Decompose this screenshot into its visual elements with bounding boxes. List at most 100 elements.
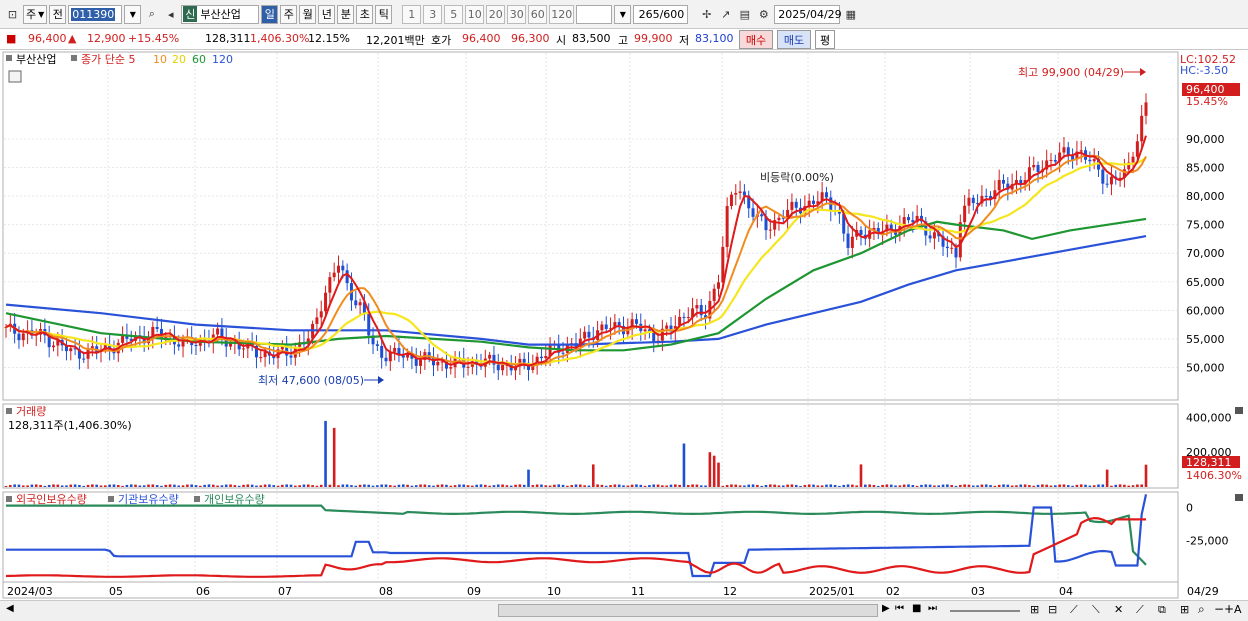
- candle-body: [332, 272, 336, 278]
- interval-60[interactable]: 60: [528, 4, 548, 24]
- volume-bar: [570, 485, 573, 487]
- stock-name-box[interactable]: 신 부산산업: [181, 4, 260, 24]
- interval-custom-input[interactable]: [576, 4, 613, 24]
- volume-bar: [820, 485, 824, 487]
- price-tick-label: 90,000: [1186, 133, 1225, 146]
- quote-high: 99,900: [634, 32, 673, 45]
- interval-120[interactable]: 120: [549, 4, 575, 24]
- volume-bar: [95, 484, 98, 487]
- candle-body: [1131, 156, 1135, 163]
- market-select[interactable]: 주 ▼: [23, 4, 48, 24]
- price-panel[interactable]: [2, 51, 1179, 401]
- search-icon[interactable]: ⌕: [143, 5, 160, 24]
- speaker-icon[interactable]: ◂: [162, 5, 179, 24]
- save-icon[interactable]: ▤: [736, 5, 753, 24]
- volume-bar: [1105, 469, 1109, 487]
- x-tick-label: 02: [886, 585, 900, 598]
- candle-body: [488, 354, 492, 359]
- chart-type-icon[interactable]: ⊞: [1180, 603, 1189, 616]
- interval-dropdown[interactable]: ▼: [614, 4, 632, 24]
- draw-icon[interactable]: ↗: [717, 5, 734, 24]
- interval-1[interactable]: 1: [402, 4, 422, 24]
- copy-icon[interactable]: ⧉: [1158, 603, 1166, 617]
- stock-code-input[interactable]: 011390: [68, 4, 123, 24]
- last-icon[interactable]: ⏭: [928, 603, 937, 614]
- period-month[interactable]: 월: [299, 4, 317, 24]
- layout2-icon[interactable]: ⊟: [1048, 603, 1057, 616]
- scroll-left-icon[interactable]: ◀: [6, 603, 14, 614]
- plus-icon[interactable]: +: [1224, 602, 1234, 616]
- price-tick-label: 75,000: [1186, 219, 1225, 232]
- volume-bar: [82, 485, 86, 487]
- volume-bar: [207, 484, 211, 487]
- volume-bar: [276, 485, 280, 487]
- panel-close-icon[interactable]: [1235, 407, 1243, 414]
- quote-bar: ■ 96,400 ▲ 12,900 +15.45% 128,311 1,406.…: [0, 29, 1248, 50]
- calendar-icon[interactable]: ▦: [842, 5, 859, 24]
- stock-chart[interactable]: 부산산업 종가 단순 5 10 20 60 120 LC:102.52 HC:-…: [0, 51, 1248, 601]
- period-week[interactable]: 주: [280, 4, 298, 24]
- holdings-tick-label: -25,000: [1186, 534, 1228, 547]
- code-dropdown[interactable]: ▼: [124, 4, 142, 24]
- candle-body: [984, 195, 988, 197]
- candle-body: [375, 344, 379, 346]
- volume-bar: [769, 484, 772, 487]
- volume-bar: [825, 484, 828, 487]
- period-year[interactable]: 년: [318, 4, 336, 24]
- buy-button[interactable]: 매수: [739, 30, 773, 49]
- volume-bar: [561, 484, 565, 487]
- prev-button[interactable]: 전: [49, 4, 67, 24]
- stop-icon[interactable]: ■: [912, 603, 921, 614]
- interval-5[interactable]: 5: [444, 4, 464, 24]
- volume-bar: [1114, 484, 1118, 487]
- interval-20[interactable]: 20: [486, 4, 506, 24]
- stock-code-value: 011390: [71, 7, 116, 21]
- date-field[interactable]: 2025/04/29: [774, 4, 842, 24]
- calculator-icon[interactable]: [8, 70, 22, 83]
- volume-bar: [43, 485, 47, 487]
- first-icon[interactable]: ⏮: [895, 603, 904, 614]
- zoom-slider[interactable]: [950, 610, 1020, 612]
- interval-3[interactable]: 3: [423, 4, 443, 24]
- period-second[interactable]: 초: [356, 4, 374, 24]
- candle-body: [850, 236, 854, 248]
- eval-button[interactable]: 평: [815, 30, 835, 49]
- zoom-in-icon[interactable]: ⌕: [1198, 602, 1205, 617]
- volume-bar: [1144, 464, 1148, 487]
- volume-bar: [328, 484, 332, 487]
- cross-tool-icon[interactable]: ✕: [1114, 603, 1123, 616]
- chart-window: ⊡ 주 ▼ 전 011390 ▼ ⌕ ◂ 신 부산산업 일 주 월 년 분 초 틱…: [0, 0, 1248, 621]
- x-tick-label: 2025/01: [809, 585, 855, 598]
- fib-tool-icon[interactable]: ⟋: [1136, 603, 1144, 617]
- interval-10[interactable]: 10: [465, 4, 485, 24]
- volume-tick-label: 400,000: [1186, 411, 1232, 424]
- volume-bar: [807, 484, 811, 487]
- crosshair-icon[interactable]: ✢: [698, 5, 715, 24]
- sell-button[interactable]: 매도: [777, 30, 811, 49]
- zoom-out-icon[interactable]: −: [1214, 602, 1224, 616]
- panel-close-icon[interactable]: [1235, 494, 1243, 501]
- period-tick[interactable]: 틱: [375, 4, 393, 24]
- tools-icon[interactable]: ⟋: [1070, 603, 1078, 617]
- window-icon[interactable]: ⊡: [4, 5, 21, 24]
- scroll-right-icon[interactable]: ▶: [882, 603, 890, 614]
- gear-icon[interactable]: ⚙: [755, 5, 772, 24]
- volume-bar: [838, 485, 841, 487]
- scrollbar-thumb[interactable]: [498, 604, 878, 617]
- volume-bar: [971, 485, 975, 487]
- period-minute[interactable]: 분: [337, 4, 355, 24]
- layout-icon[interactable]: ⊞: [1030, 603, 1039, 616]
- period-day[interactable]: 일: [261, 4, 279, 24]
- volume-bar: [358, 484, 362, 487]
- count-field[interactable]: 265/600: [633, 4, 689, 24]
- volume-bar: [898, 485, 902, 487]
- line-tool-icon[interactable]: ⟍: [1092, 603, 1100, 617]
- candle-body: [315, 317, 319, 324]
- candle-body: [695, 305, 699, 309]
- interval-30[interactable]: 30: [507, 4, 527, 24]
- font-icon[interactable]: A: [1234, 603, 1242, 616]
- price-tick-label: 50,000: [1186, 361, 1225, 374]
- volume-panel[interactable]: [2, 403, 1179, 489]
- volume-bar: [717, 462, 720, 487]
- volume-bar: [471, 485, 474, 487]
